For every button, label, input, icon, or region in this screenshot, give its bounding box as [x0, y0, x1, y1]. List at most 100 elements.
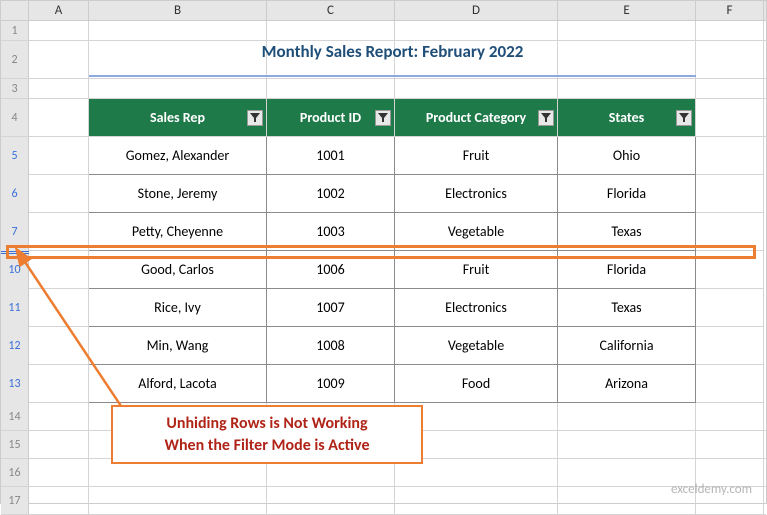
- col-header-A[interactable]: A: [29, 1, 89, 20]
- cell[interactable]: [29, 403, 89, 430]
- cell[interactable]: [29, 213, 89, 251]
- cell[interactable]: [267, 487, 395, 514]
- row-header[interactable]: 17: [1, 487, 29, 514]
- cell[interactable]: [29, 431, 89, 458]
- cell-sales-rep[interactable]: Min, Wang: [89, 327, 267, 365]
- row-header[interactable]: 3: [1, 79, 29, 98]
- cell[interactable]: [696, 365, 764, 403]
- cell[interactable]: [29, 137, 89, 175]
- col-header-B[interactable]: B: [89, 1, 267, 20]
- row-header[interactable]: 7: [1, 213, 29, 251]
- row-header[interactable]: 16: [1, 459, 29, 486]
- filter-button[interactable]: [247, 110, 263, 126]
- header-product-category[interactable]: Product Category: [395, 99, 558, 136]
- row-header[interactable]: 13: [1, 365, 29, 403]
- cell[interactable]: [89, 487, 267, 514]
- row-header[interactable]: 5: [1, 137, 29, 175]
- cell-sales-rep[interactable]: Petty, Cheyenne: [89, 213, 267, 251]
- row-header[interactable]: 1: [1, 21, 29, 40]
- cell[interactable]: [395, 487, 558, 514]
- cell-product-id[interactable]: 1002: [267, 175, 395, 213]
- cell[interactable]: [29, 79, 89, 98]
- col-header-C[interactable]: C: [267, 1, 395, 20]
- cell-product-id[interactable]: 1007: [267, 289, 395, 327]
- cell[interactable]: [29, 175, 89, 213]
- cell-sales-rep[interactable]: Good, Carlos: [89, 251, 267, 289]
- cell-state[interactable]: Texas: [558, 213, 696, 251]
- row-header[interactable]: 15: [1, 431, 29, 458]
- filter-button[interactable]: [375, 110, 391, 126]
- select-all-corner[interactable]: [1, 1, 29, 20]
- cell-category[interactable]: Electronics: [395, 289, 558, 327]
- header-sales-rep[interactable]: Sales Rep: [89, 99, 267, 136]
- cell[interactable]: [267, 79, 395, 98]
- cell-state[interactable]: California: [558, 327, 696, 365]
- cell[interactable]: [267, 21, 395, 40]
- cell[interactable]: [29, 21, 89, 40]
- cell[interactable]: [29, 99, 89, 136]
- cell[interactable]: [696, 251, 764, 289]
- cell[interactable]: [696, 403, 764, 430]
- cell-category[interactable]: Fruit: [395, 251, 558, 289]
- row-header[interactable]: 11: [1, 289, 29, 327]
- cell-sales-rep[interactable]: Rice, Ivy: [89, 289, 267, 327]
- cell-category[interactable]: Fruit: [395, 137, 558, 175]
- row-header[interactable]: 6: [1, 175, 29, 213]
- row-header[interactable]: 2: [1, 41, 29, 78]
- row-header[interactable]: 10: [1, 251, 29, 289]
- col-header-F[interactable]: F: [696, 1, 764, 20]
- cell[interactable]: [29, 459, 89, 486]
- cell[interactable]: [29, 289, 89, 327]
- cell[interactable]: [395, 79, 558, 98]
- cell[interactable]: [89, 21, 267, 40]
- header-states[interactable]: States: [558, 99, 696, 136]
- cell[interactable]: [29, 487, 89, 514]
- cell[interactable]: [558, 403, 696, 430]
- cell-category[interactable]: Vegetable: [395, 213, 558, 251]
- cell[interactable]: [29, 41, 89, 78]
- cell[interactable]: [696, 137, 764, 175]
- cell-state[interactable]: Ohio: [558, 137, 696, 175]
- cell[interactable]: [29, 251, 89, 289]
- cell[interactable]: [696, 41, 764, 78]
- row-header[interactable]: 12: [1, 327, 29, 365]
- cell-sales-rep[interactable]: Stone, Jeremy: [89, 175, 267, 213]
- cell[interactable]: [89, 79, 267, 98]
- cell-category[interactable]: Food: [395, 365, 558, 403]
- header-product-id[interactable]: Product ID: [267, 99, 395, 136]
- cell[interactable]: [696, 79, 764, 98]
- cell[interactable]: [696, 175, 764, 213]
- cell-state[interactable]: Texas: [558, 289, 696, 327]
- row-header[interactable]: 14: [1, 403, 29, 430]
- cell-product-id[interactable]: 1008: [267, 327, 395, 365]
- cell-product-id[interactable]: 1006: [267, 251, 395, 289]
- filter-button[interactable]: [538, 110, 554, 126]
- cell-sales-rep[interactable]: Gomez, Alexander: [89, 137, 267, 175]
- cell-sales-rep[interactable]: Alford, Lacota: [89, 365, 267, 403]
- cell-product-id[interactable]: 1001: [267, 137, 395, 175]
- cell-state[interactable]: Florida: [558, 251, 696, 289]
- cell[interactable]: [696, 431, 764, 458]
- cell[interactable]: [558, 79, 696, 98]
- cell-product-id[interactable]: 1003: [267, 213, 395, 251]
- cell[interactable]: [696, 21, 764, 40]
- cell[interactable]: [696, 213, 764, 251]
- cell[interactable]: [558, 431, 696, 458]
- cell-state[interactable]: Florida: [558, 175, 696, 213]
- filter-button[interactable]: [676, 110, 692, 126]
- cell[interactable]: [696, 289, 764, 327]
- cell[interactable]: [29, 365, 89, 403]
- cell[interactable]: [29, 327, 89, 365]
- cell-state[interactable]: Arizona: [558, 365, 696, 403]
- row-header[interactable]: 4: [1, 99, 29, 136]
- hidden-rows-indicator[interactable]: [1, 251, 29, 255]
- cell[interactable]: [558, 21, 696, 40]
- col-header-D[interactable]: D: [395, 1, 558, 20]
- cell-category[interactable]: Vegetable: [395, 327, 558, 365]
- col-header-E[interactable]: E: [558, 1, 696, 20]
- cell-product-id[interactable]: 1009: [267, 365, 395, 403]
- cell[interactable]: [696, 327, 764, 365]
- cell[interactable]: [395, 21, 558, 40]
- cell[interactable]: [696, 99, 764, 136]
- cell-category[interactable]: Electronics: [395, 175, 558, 213]
